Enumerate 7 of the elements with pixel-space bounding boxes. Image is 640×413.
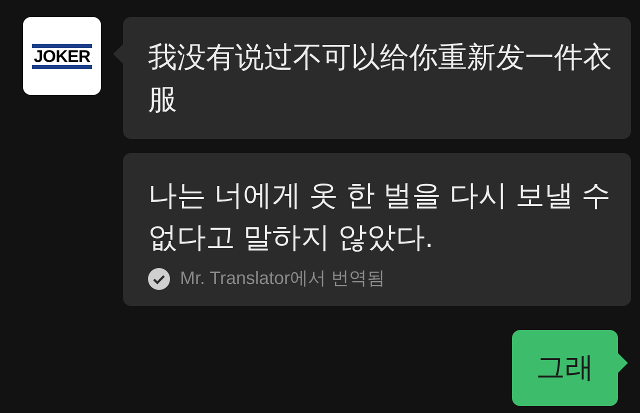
avatar-logo[interactable]: JOKER	[23, 17, 101, 95]
check-icon	[148, 268, 170, 290]
translator-note: Mr. Translator에서 번역됨	[180, 267, 386, 290]
translated-text: 나는 너에게 옷 한 벌을 다시 보낼 수 없다고 말하지 않았다.	[148, 179, 612, 256]
logo-text: JOKER	[32, 44, 92, 68]
sent-message: 그래	[512, 330, 618, 406]
message-text: 我没有说过不可以给你重新发一件衣服	[148, 41, 613, 118]
